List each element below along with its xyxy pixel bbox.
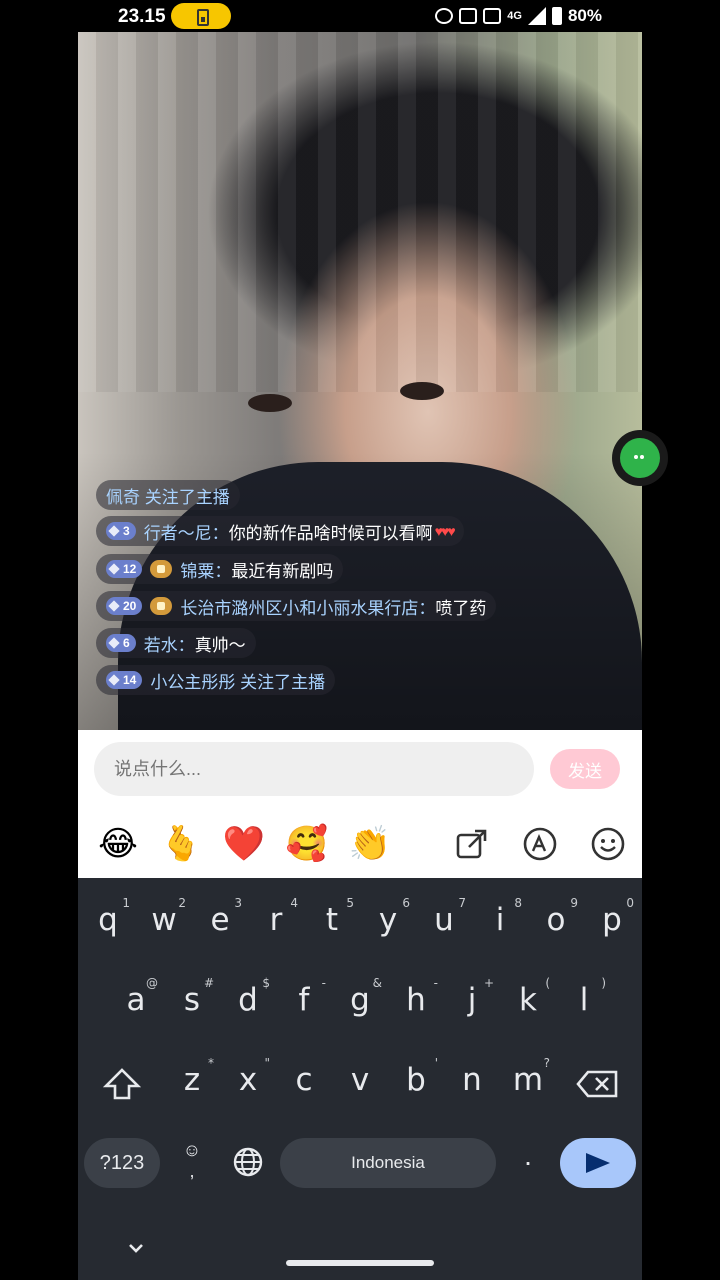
- battery-saver-pill: [171, 3, 231, 29]
- level-badge: 20: [106, 597, 143, 615]
- key-d[interactable]: d $: [220, 976, 276, 1018]
- chat-username[interactable]: 若水：: [144, 631, 195, 656]
- share-icon[interactable]: [452, 824, 492, 864]
- emoji-finger-heart[interactable]: 🫰: [157, 820, 205, 868]
- globe-icon[interactable]: [232, 1146, 264, 1178]
- key-z[interactable]: z *: [164, 1056, 220, 1098]
- chat-username[interactable]: 锦粟：: [180, 557, 231, 582]
- chat-message: 12 锦粟： 最近有新剧吗: [96, 554, 344, 584]
- fan-badge-icon: [150, 597, 173, 615]
- key-l[interactable]: l): [556, 976, 612, 1018]
- key-f[interactable]: f-: [276, 976, 332, 1018]
- emoji-red-heart[interactable]: ❤️: [220, 820, 268, 868]
- key-y[interactable]: y6: [360, 896, 416, 938]
- chat-message: 3 行者～尼： 你的新作品啥时候可以看啊 ♥♥♥: [96, 516, 464, 546]
- send-button[interactable]: 发送: [550, 749, 620, 789]
- key-q[interactable]: q1: [80, 896, 136, 938]
- emoji-clapping[interactable]: 👏: [346, 820, 394, 868]
- chat-message: 20 长治市潞州区小和小丽水果行店： 喷了药: [96, 591, 497, 621]
- hearts-emoji: ♥♥♥: [434, 523, 456, 539]
- hd-voice-icon: [459, 8, 478, 24]
- key-o[interactable]: o9: [528, 896, 584, 938]
- key-u[interactable]: u7: [416, 896, 472, 938]
- key-g[interactable]: g &: [332, 976, 388, 1018]
- emoji-tears-of-joy[interactable]: 😂: [94, 820, 142, 868]
- battery-icon: [551, 7, 562, 25]
- alarm-icon: [435, 8, 454, 24]
- chat-text: 真帅～: [194, 635, 246, 655]
- live-video[interactable]: [78, 32, 642, 730]
- floating-action-button[interactable]: [612, 430, 668, 486]
- key-x[interactable]: x ": [220, 1056, 276, 1098]
- streamer-eye-left: [248, 394, 292, 412]
- curtain-background: [78, 32, 642, 392]
- streamer-eye-right: [400, 382, 444, 400]
- key-p[interactable]: p0: [584, 896, 640, 938]
- level-badge: 3: [106, 522, 136, 540]
- space-key[interactable]: Indonesia: [280, 1138, 496, 1188]
- backspace-key[interactable]: [576, 1068, 620, 1100]
- key-s[interactable]: s #: [164, 976, 220, 1018]
- chat-input[interactable]: [94, 742, 534, 796]
- emoji-smiling-hearts[interactable]: 🥰: [283, 820, 331, 868]
- chat-text: 小公主彤彤 关注了主播: [150, 672, 326, 692]
- key-i[interactable]: i8: [472, 896, 528, 938]
- enter-send-key[interactable]: [560, 1138, 636, 1188]
- key-w[interactable]: w2: [136, 896, 192, 938]
- chat-username[interactable]: 行者～尼：: [144, 519, 229, 544]
- home-indicator[interactable]: [286, 1260, 434, 1266]
- battery-percent: 80%: [567, 6, 602, 25]
- key-a[interactable]: a @: [108, 976, 164, 1018]
- level-badge: 6: [106, 634, 136, 652]
- shift-key[interactable]: [100, 1066, 144, 1102]
- network-type: 4G: [507, 9, 522, 22]
- status-icons: 4G 80%: [435, 5, 602, 27]
- chat-text: 喷了药: [435, 598, 487, 618]
- chat-message: 6 若水： 真帅～: [96, 628, 256, 658]
- status-time: 23.15: [118, 6, 166, 27]
- key-c[interactable]: c: [276, 1062, 332, 1098]
- period-key[interactable]: .: [516, 1140, 540, 1184]
- key-j[interactable]: j +: [444, 976, 500, 1018]
- key-n[interactable]: n: [444, 1062, 500, 1098]
- font-style-icon[interactable]: [520, 824, 560, 864]
- symbols-key[interactable]: ?123: [84, 1138, 160, 1188]
- emoji-panel-icon[interactable]: [588, 824, 628, 864]
- level-badge: 12: [106, 560, 143, 578]
- key-m[interactable]: m?: [500, 1056, 556, 1098]
- chevron-down-icon[interactable]: [124, 1236, 148, 1260]
- key-b[interactable]: b ': [388, 1056, 444, 1098]
- key-t[interactable]: t5: [304, 896, 360, 938]
- chat-username[interactable]: 长治市潞州区小和小丽水果行店：: [180, 594, 435, 619]
- status-bar: 23.15 4G 80%: [0, 0, 720, 32]
- chat-message-follow: 14 小公主彤彤 关注了主播: [96, 665, 336, 695]
- emoji-comma-key[interactable]: ☺,: [178, 1140, 206, 1184]
- key-r[interactable]: r4: [248, 896, 304, 938]
- chat-text: 你的新作品啥时候可以看啊: [228, 523, 433, 543]
- key-k[interactable]: k(: [500, 976, 556, 1018]
- signal-icon: [527, 7, 546, 25]
- key-v[interactable]: v: [332, 1062, 388, 1098]
- chat-text: 佩奇 关注了主播: [106, 487, 230, 507]
- level-badge: 14: [106, 671, 143, 689]
- chat-text: 最近有新剧吗: [231, 561, 334, 581]
- key-h[interactable]: h-: [388, 976, 444, 1018]
- cast-icon: [483, 8, 502, 24]
- chat-message-follow: 佩奇 关注了主播: [96, 480, 240, 510]
- fan-badge-icon: [150, 560, 173, 578]
- key-e[interactable]: e3: [192, 896, 248, 938]
